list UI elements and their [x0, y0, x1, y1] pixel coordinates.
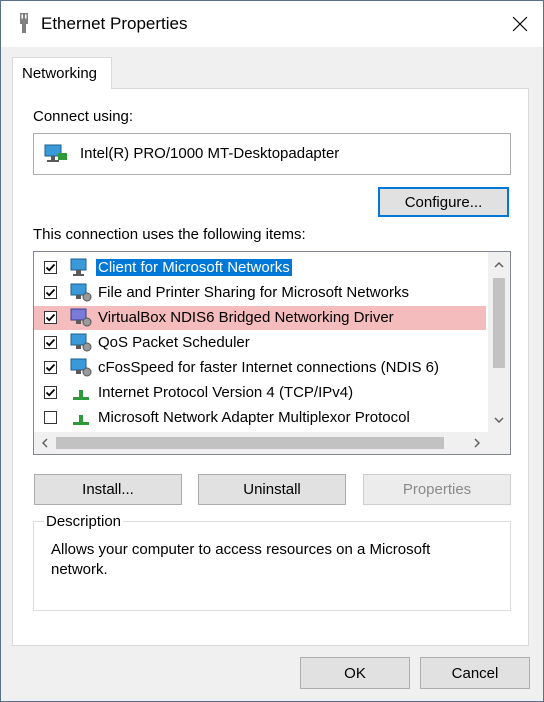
protocol-icon: [73, 415, 89, 425]
horizontal-scrollbar[interactable]: [34, 432, 510, 454]
item-checkbox[interactable]: [44, 261, 57, 274]
tab-label: Networking: [22, 65, 98, 82]
chevron-right-icon: [474, 438, 480, 448]
items-list[interactable]: Client for Microsoft Networks File and P…: [33, 251, 511, 455]
item-checkbox[interactable]: [44, 311, 57, 324]
list-item[interactable]: VirtualBox NDIS6 Bridged Networking Driv…: [34, 306, 486, 330]
list-item[interactable]: cFosSpeed for faster Internet connection…: [34, 356, 486, 380]
vertical-scroll-thumb[interactable]: [493, 278, 505, 368]
check-icon: [45, 388, 56, 397]
list-item[interactable]: QoS Packet Scheduler: [34, 331, 486, 355]
connect-using-label: Connect using:: [33, 108, 134, 125]
item-checkbox[interactable]: [44, 411, 57, 424]
item-checkbox[interactable]: [44, 361, 57, 374]
network-client-icon: [70, 258, 87, 276]
check-icon: [45, 363, 56, 372]
tab-networking[interactable]: Networking: [12, 57, 112, 89]
chevron-up-icon: [494, 262, 504, 268]
item-label: QoS Packet Scheduler: [98, 334, 250, 351]
network-adapter-icon: [44, 144, 67, 162]
ethernet-plug-icon: [20, 13, 28, 33]
network-driver-icon: [70, 308, 92, 327]
items-label: This connection uses the following items…: [33, 226, 306, 243]
item-label: VirtualBox NDIS6 Bridged Networking Driv…: [98, 309, 394, 326]
item-checkbox[interactable]: [44, 386, 57, 399]
check-icon: [45, 313, 56, 322]
chevron-left-icon: [42, 438, 48, 448]
list-item[interactable]: Client for Microsoft Networks: [34, 256, 486, 280]
close-button[interactable]: [497, 1, 543, 47]
item-label: Internet Protocol Version 4 (TCP/IPv4): [98, 384, 354, 401]
window-title: Ethernet Properties: [41, 14, 188, 33]
network-service-icon: [70, 283, 92, 302]
check-icon: [45, 288, 56, 297]
item-checkbox[interactable]: [44, 336, 57, 349]
title-bar: Ethernet Properties: [1, 1, 543, 47]
install-button[interactable]: Install...: [34, 474, 182, 505]
check-icon: [45, 263, 56, 272]
description-label: Description: [44, 513, 124, 530]
cancel-button[interactable]: Cancel: [420, 657, 530, 689]
item-checkbox[interactable]: [44, 286, 57, 299]
list-item[interactable]: File and Printer Sharing for Microsoft N…: [34, 281, 486, 305]
network-service-icon: [70, 333, 92, 352]
uninstall-button[interactable]: Uninstall: [198, 474, 346, 505]
item-label: Microsoft Network Adapter Multiplexor Pr…: [98, 409, 410, 426]
item-label: Client for Microsoft Networks: [96, 259, 292, 276]
chevron-down-icon: [494, 417, 504, 423]
item-label: File and Printer Sharing for Microsoft N…: [98, 284, 409, 301]
protocol-icon: [73, 390, 89, 400]
item-label: cFosSpeed for faster Internet connection…: [98, 359, 439, 376]
scroll-down-button[interactable]: [488, 409, 510, 431]
scroll-up-button[interactable]: [488, 254, 510, 276]
adapter-name: Intel(R) PRO/1000 MT-Desktopadapter: [80, 145, 340, 162]
properties-button[interactable]: Properties: [363, 474, 511, 505]
list-item[interactable]: Internet Protocol Version 4 (TCP/IPv4): [34, 381, 486, 405]
scroll-right-button[interactable]: [466, 432, 488, 454]
check-icon: [45, 338, 56, 347]
close-icon: [512, 16, 528, 32]
ok-button[interactable]: OK: [300, 657, 410, 689]
scroll-left-button[interactable]: [34, 432, 56, 454]
adapter-field: Intel(R) PRO/1000 MT-Desktopadapter: [33, 133, 511, 175]
configure-button[interactable]: Configure...: [378, 187, 509, 217]
vertical-scrollbar[interactable]: [488, 252, 510, 432]
description-text: Allows your computer to access resources…: [51, 541, 431, 578]
horizontal-scroll-thumb[interactable]: [56, 437, 444, 449]
network-service-icon: [70, 358, 92, 377]
list-item[interactable]: Microsoft Network Adapter Multiplexor Pr…: [34, 406, 486, 430]
